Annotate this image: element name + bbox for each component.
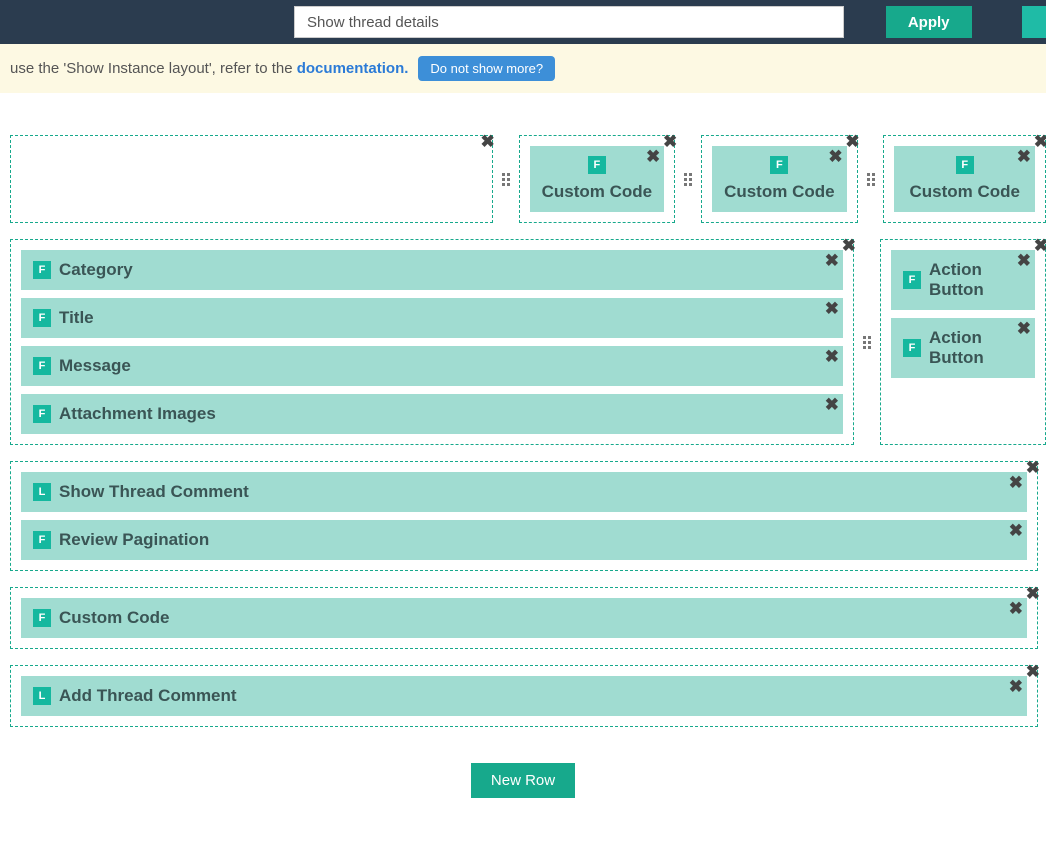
layout-block[interactable]: ✖ F Custom Code [21, 598, 1027, 638]
layout-column[interactable]: ✖✖ F Custom Code [10, 587, 1038, 649]
block-type-badge: F [903, 339, 921, 357]
apply-button[interactable]: Apply [886, 6, 972, 38]
drag-handle-icon[interactable] [862, 239, 872, 445]
remove-column-icon[interactable]: ✖ [842, 237, 856, 254]
do-not-show-more-button[interactable]: Do not show more? [418, 56, 555, 81]
layout-block[interactable]: ✖ F Category [21, 250, 843, 290]
layout-column[interactable]: ✖ [10, 135, 493, 223]
remove-block-icon[interactable]: ✖ [828, 148, 842, 165]
layout-row: ✖✖LShow Thread Comment✖FReview Paginatio… [10, 461, 1046, 571]
remove-block-icon[interactable]: ✖ [825, 348, 839, 365]
block-type-badge: F [33, 357, 51, 375]
block-label: Custom Code [724, 182, 835, 202]
remove-column-icon[interactable]: ✖ [845, 133, 859, 150]
block-type-badge: F [588, 156, 606, 174]
block-type-badge: F [770, 156, 788, 174]
block-type-badge: F [33, 309, 51, 327]
layout-block[interactable]: ✖ F Review Pagination [21, 520, 1027, 560]
remove-column-icon[interactable]: ✖ [480, 133, 494, 150]
block-type-badge: L [33, 483, 51, 501]
block-type-badge: F [33, 405, 51, 423]
block-label: Action Button [929, 260, 1023, 300]
drag-handle-icon[interactable] [501, 135, 511, 223]
remove-column-icon[interactable]: ✖ [1026, 585, 1040, 602]
remove-column-icon[interactable]: ✖ [1026, 663, 1040, 680]
layout-row: ✖✖ F Custom Code [10, 587, 1046, 649]
remove-block-icon[interactable]: ✖ [1009, 522, 1023, 539]
layout-column[interactable]: ✖✖ F Custom Code [883, 135, 1046, 223]
block-label: Review Pagination [59, 530, 209, 550]
layout-column[interactable]: ✖✖ L Add Thread Comment [10, 665, 1038, 727]
layout-row: ✖✖✖FCustom Code✖✖FCustom Code✖✖FCustom C… [10, 135, 1046, 223]
remove-block-icon[interactable]: ✖ [1009, 474, 1023, 491]
block-label: Message [59, 356, 131, 376]
remove-block-icon[interactable]: ✖ [1017, 320, 1031, 337]
block-type-badge: F [33, 531, 51, 549]
layout-row: ✖✖ L Add Thread Comment [10, 665, 1046, 727]
remove-block-icon[interactable]: ✖ [1017, 148, 1031, 165]
layout-block[interactable]: ✖ L Show Thread Comment [21, 472, 1027, 512]
layout-block[interactable]: ✖ L Add Thread Comment [21, 676, 1027, 716]
block-label: Attachment Images [59, 404, 216, 424]
info-text: use the 'Show Instance layout', refer to… [10, 60, 293, 77]
layout-block[interactable]: ✖ F Action Button [891, 250, 1035, 310]
block-label: Action Button [929, 328, 1023, 368]
block-label: Add Thread Comment [59, 686, 237, 706]
layout-block[interactable]: ✖ F Message [21, 346, 843, 386]
block-label: Custom Code [909, 182, 1020, 202]
remove-block-icon[interactable]: ✖ [825, 300, 839, 317]
block-label: Custom Code [59, 608, 170, 628]
remove-column-icon[interactable]: ✖ [1034, 237, 1046, 254]
remove-column-icon[interactable]: ✖ [1026, 459, 1040, 476]
block-type-badge: F [33, 261, 51, 279]
layout-row: ✖✖FCategory✖FTitle✖FMessage✖FAttachment … [10, 239, 1046, 445]
block-label: Custom Code [542, 182, 653, 202]
new-row-button[interactable]: New Row [471, 763, 575, 798]
drag-handle-icon[interactable] [866, 135, 876, 223]
layout-block[interactable]: ✖ F Custom Code [530, 146, 665, 212]
block-type-badge: F [903, 271, 921, 289]
layout-block[interactable]: ✖ F Title [21, 298, 843, 338]
layout-canvas: ✖✖✖FCustom Code✖✖FCustom Code✖✖FCustom C… [0, 93, 1046, 753]
layout-column[interactable]: ✖✖ F Custom Code [519, 135, 676, 223]
remove-column-icon[interactable]: ✖ [663, 133, 677, 150]
layout-block[interactable]: ✖ F Attachment Images [21, 394, 843, 434]
layout-block[interactable]: ✖ F Custom Code [894, 146, 1035, 212]
layout-column[interactable]: ✖✖FCategory✖FTitle✖FMessage✖FAttachment … [10, 239, 854, 445]
block-type-badge: F [33, 609, 51, 627]
block-type-badge: L [33, 687, 51, 705]
remove-block-icon[interactable]: ✖ [825, 252, 839, 269]
remove-block-icon[interactable]: ✖ [1009, 678, 1023, 695]
block-label: Category [59, 260, 133, 280]
remove-block-icon[interactable]: ✖ [825, 396, 839, 413]
remove-column-icon[interactable]: ✖ [1034, 133, 1046, 150]
layout-column[interactable]: ✖✖ F Custom Code [701, 135, 858, 223]
layout-block[interactable]: ✖ F Action Button [891, 318, 1035, 378]
block-label: Title [59, 308, 94, 328]
top-header: Apply [0, 0, 1046, 44]
info-strip: use the 'Show Instance layout', refer to… [0, 44, 1046, 93]
block-label: Show Thread Comment [59, 482, 249, 502]
layout-block[interactable]: ✖ F Custom Code [712, 146, 847, 212]
remove-block-icon[interactable]: ✖ [646, 148, 660, 165]
layout-column[interactable]: ✖✖LShow Thread Comment✖FReview Paginatio… [10, 461, 1038, 571]
page-title-input[interactable] [294, 6, 844, 38]
remove-block-icon[interactable]: ✖ [1017, 252, 1031, 269]
layout-column[interactable]: ✖✖FAction Button✖FAction Button [880, 239, 1046, 445]
block-type-badge: F [956, 156, 974, 174]
remove-block-icon[interactable]: ✖ [1009, 600, 1023, 617]
secondary-button-partial[interactable] [1022, 6, 1046, 38]
documentation-link[interactable]: documentation. [297, 60, 409, 77]
drag-handle-icon[interactable] [683, 135, 693, 223]
